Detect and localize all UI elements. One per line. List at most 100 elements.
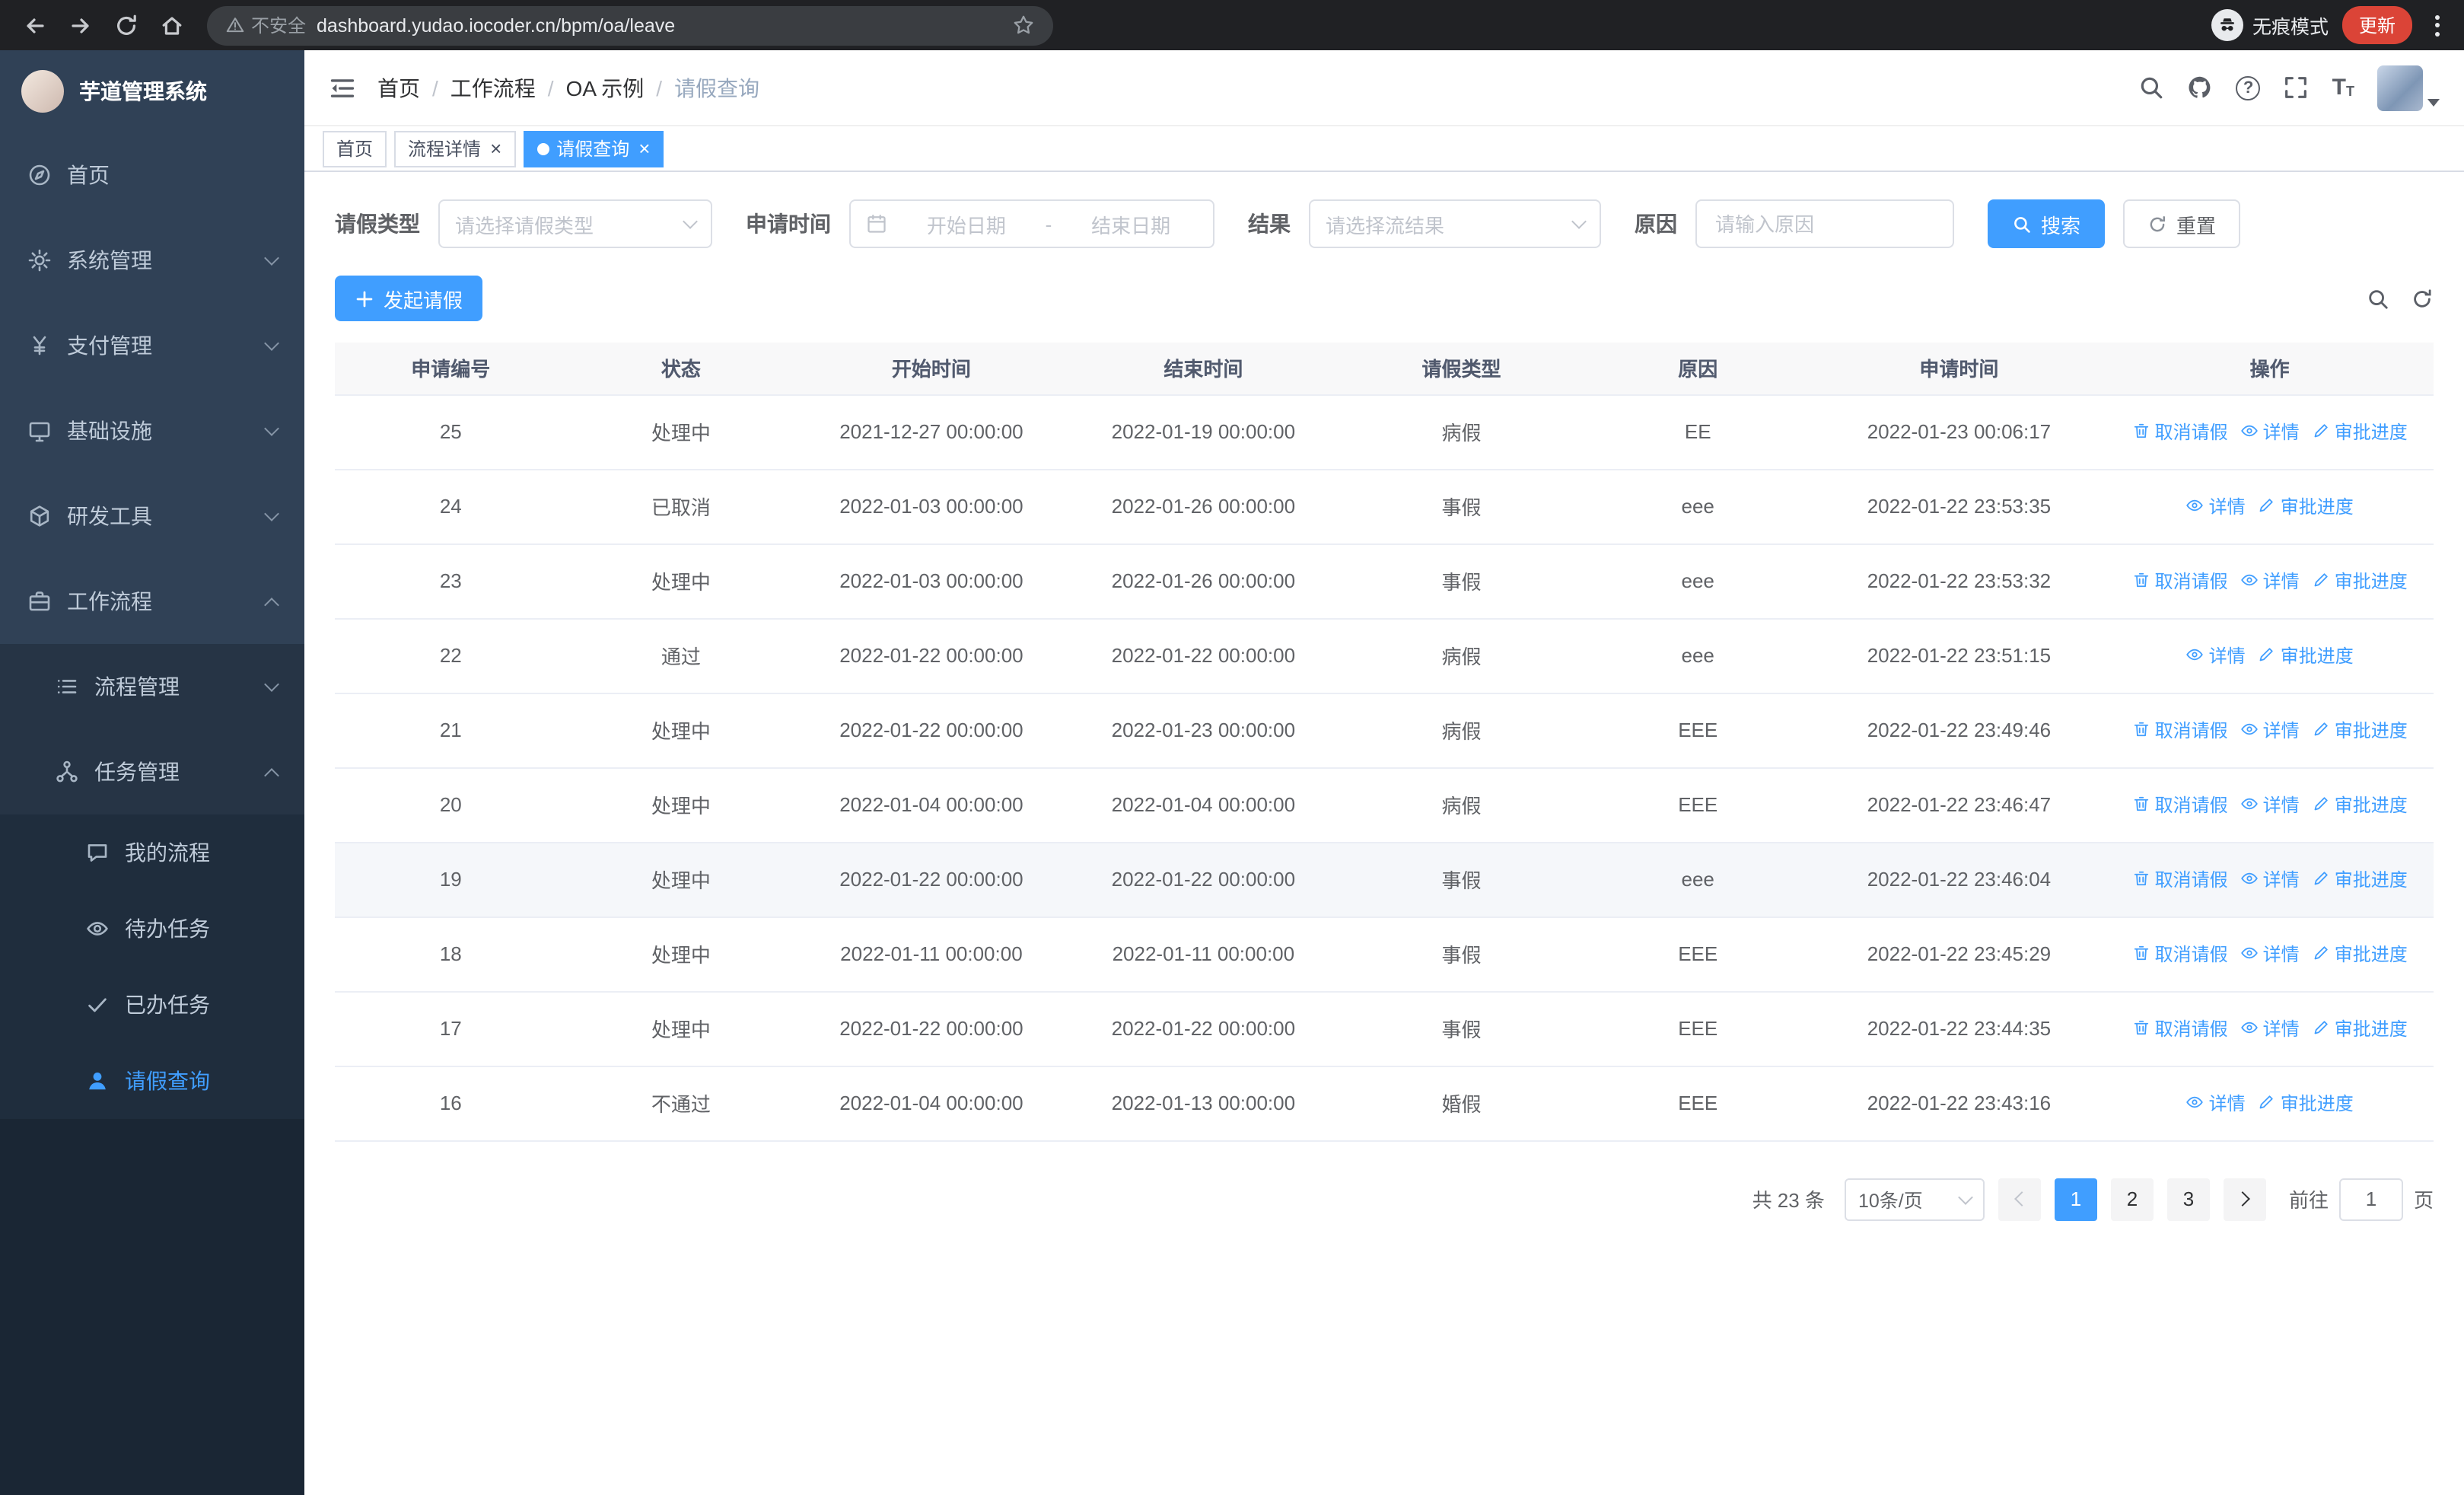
action-cancel-link[interactable]: 取消请假 bbox=[2132, 419, 2228, 445]
help-icon[interactable] bbox=[2236, 75, 2261, 100]
chevron-left-icon bbox=[2014, 1191, 2029, 1207]
action-progress-link[interactable]: 审批进度 bbox=[2312, 1015, 2408, 1041]
action-progress-link[interactable]: 审批进度 bbox=[2258, 642, 2354, 668]
sidebar-item-todo-tasks[interactable]: 待办任务 bbox=[0, 891, 304, 967]
sidebar-item-label: 工作流程 bbox=[67, 589, 152, 614]
close-icon[interactable]: × bbox=[490, 139, 501, 158]
goto-page-input[interactable] bbox=[2338, 1178, 2403, 1220]
cell-type: 病假 bbox=[1339, 767, 1584, 843]
font-size-icon[interactable] bbox=[2332, 76, 2354, 99]
action-detail-link[interactable]: 详情 bbox=[2240, 568, 2300, 594]
cell-actions: 取消请假 详情 审批进度 bbox=[2106, 543, 2434, 619]
active-tab-dot bbox=[536, 142, 549, 155]
sidebar-item-my-process[interactable]: 我的流程 bbox=[0, 814, 304, 891]
breadcrumb: 首页 工作流程 OA 示例 请假查询 bbox=[377, 72, 759, 103]
pen-icon bbox=[2314, 573, 2328, 587]
sidebar-item-infra[interactable]: 基础设施 bbox=[0, 388, 304, 473]
action-progress-link[interactable]: 审批进度 bbox=[2312, 792, 2408, 818]
page-button-3[interactable]: 3 bbox=[2166, 1178, 2210, 1220]
search-icon[interactable] bbox=[2139, 75, 2165, 100]
sidebar-item-home[interactable]: 首页 bbox=[0, 132, 304, 218]
cell-applied: 2022-01-22 23:46:47 bbox=[1812, 767, 2106, 843]
cell-applied: 2022-01-22 23:45:29 bbox=[1812, 916, 2106, 992]
result-select[interactable]: 请选择流结果 bbox=[1309, 199, 1601, 248]
page-size-select[interactable]: 10条/页 bbox=[1844, 1178, 1985, 1220]
security-warning[interactable]: 不安全 bbox=[225, 12, 306, 38]
breadcrumb-item[interactable]: OA 示例 bbox=[566, 72, 675, 103]
sidebar-item-payment[interactable]: 支付管理 bbox=[0, 303, 304, 388]
action-progress-link[interactable]: 审批进度 bbox=[2312, 941, 2408, 967]
action-cancel-link[interactable]: 取消请假 bbox=[2132, 717, 2228, 743]
github-icon[interactable] bbox=[2188, 75, 2214, 100]
browser-update-button[interactable]: 更新 bbox=[2341, 6, 2412, 44]
browser-forward-button[interactable] bbox=[61, 5, 100, 45]
browser-menu-icon[interactable] bbox=[2426, 8, 2449, 42]
sidebar-item-devtools[interactable]: 研发工具 bbox=[0, 473, 304, 559]
cell-id: 23 bbox=[335, 543, 567, 619]
tab-leave-query[interactable]: 请假查询 × bbox=[523, 130, 664, 167]
action-progress-link[interactable]: 审批进度 bbox=[2312, 419, 2408, 445]
sidebar-item-process-mgmt[interactable]: 流程管理 bbox=[0, 644, 304, 729]
user-menu[interactable] bbox=[2377, 65, 2440, 110]
sidebar-item-system[interactable]: 系统管理 bbox=[0, 218, 304, 303]
action-detail-link[interactable]: 详情 bbox=[2186, 493, 2246, 519]
action-progress-link[interactable]: 审批进度 bbox=[2312, 717, 2408, 743]
gear-icon bbox=[27, 248, 52, 273]
table-refresh-icon[interactable] bbox=[2411, 287, 2434, 310]
action-progress-link[interactable]: 审批进度 bbox=[2258, 1090, 2354, 1116]
action-progress-link[interactable]: 审批进度 bbox=[2312, 568, 2408, 594]
action-detail-link[interactable]: 详情 bbox=[2240, 792, 2300, 818]
sidebar-item-workflow[interactable]: 工作流程 bbox=[0, 559, 304, 644]
cell-id: 16 bbox=[335, 1066, 567, 1141]
action-progress-link[interactable]: 审批进度 bbox=[2258, 493, 2354, 519]
prev-page-button[interactable] bbox=[1998, 1178, 2041, 1220]
page-button-1[interactable]: 1 bbox=[2054, 1178, 2097, 1220]
action-cancel-link[interactable]: 取消请假 bbox=[2132, 792, 2228, 818]
tab-process-detail[interactable]: 流程详情 × bbox=[394, 130, 516, 167]
fullscreen-icon[interactable] bbox=[2284, 75, 2310, 100]
close-icon[interactable]: × bbox=[638, 139, 650, 158]
breadcrumb-item[interactable]: 首页 bbox=[377, 72, 450, 103]
action-cancel-link[interactable]: 取消请假 bbox=[2132, 866, 2228, 892]
reason-input[interactable] bbox=[1712, 211, 1937, 237]
next-page-button[interactable] bbox=[2223, 1178, 2266, 1220]
action-detail-link[interactable]: 详情 bbox=[2240, 419, 2300, 445]
action-cancel-link[interactable]: 取消请假 bbox=[2132, 568, 2228, 594]
search-button[interactable]: 搜索 bbox=[1988, 199, 2106, 248]
cell-start: 2022-01-22 00:00:00 bbox=[795, 693, 1068, 768]
sidebar-item-done-tasks[interactable]: 已办任务 bbox=[0, 967, 304, 1043]
cell-type: 病假 bbox=[1339, 693, 1584, 768]
page-button-2[interactable]: 2 bbox=[2110, 1178, 2154, 1220]
action-detail-link[interactable]: 详情 bbox=[2240, 717, 2300, 743]
sidebar-item-leave-query[interactable]: 请假查询 bbox=[0, 1043, 304, 1119]
search-button-label: 搜索 bbox=[2041, 214, 2081, 237]
chevron-up-icon bbox=[264, 767, 279, 783]
sidebar-collapse-icon[interactable] bbox=[329, 74, 356, 101]
tab-home[interactable]: 首页 bbox=[323, 130, 387, 167]
eye-icon bbox=[2240, 575, 2258, 586]
breadcrumb-item[interactable]: 工作流程 bbox=[450, 72, 566, 103]
action-progress-link[interactable]: 审批进度 bbox=[2312, 866, 2408, 892]
action-detail-link[interactable]: 详情 bbox=[2240, 866, 2300, 892]
sidebar-item-task-mgmt[interactable]: 任务管理 bbox=[0, 729, 304, 814]
calendar-icon bbox=[866, 213, 887, 234]
reset-button[interactable]: 重置 bbox=[2123, 199, 2241, 248]
action-detail-link[interactable]: 详情 bbox=[2186, 642, 2246, 668]
apply-time-range-picker[interactable]: 开始日期 - 结束日期 bbox=[849, 199, 1214, 248]
action-detail-link[interactable]: 详情 bbox=[2186, 1090, 2246, 1116]
bookmark-star-icon[interactable] bbox=[1012, 14, 1035, 37]
create-leave-button[interactable]: 发起请假 bbox=[335, 276, 483, 321]
avatar[interactable] bbox=[2377, 65, 2423, 110]
action-cancel-link[interactable]: 取消请假 bbox=[2132, 1015, 2228, 1041]
address-bar[interactable]: 不安全 dashboard.yudao.iocoder.cn/bpm/oa/le… bbox=[207, 5, 1053, 45]
action-detail-link[interactable]: 详情 bbox=[2240, 941, 2300, 967]
browser-home-button[interactable] bbox=[152, 5, 192, 45]
action-detail-link[interactable]: 详情 bbox=[2240, 1015, 2300, 1041]
browser-back-button[interactable] bbox=[15, 5, 55, 45]
action-cancel-link[interactable]: 取消请假 bbox=[2132, 941, 2228, 967]
apply-time-label: 申请时间 bbox=[746, 212, 831, 236]
table-search-icon[interactable] bbox=[2367, 287, 2389, 310]
cell-status: 不通过 bbox=[566, 1066, 796, 1141]
leave-type-select[interactable]: 请选择请假类型 bbox=[438, 199, 712, 248]
browser-reload-button[interactable] bbox=[107, 5, 146, 45]
